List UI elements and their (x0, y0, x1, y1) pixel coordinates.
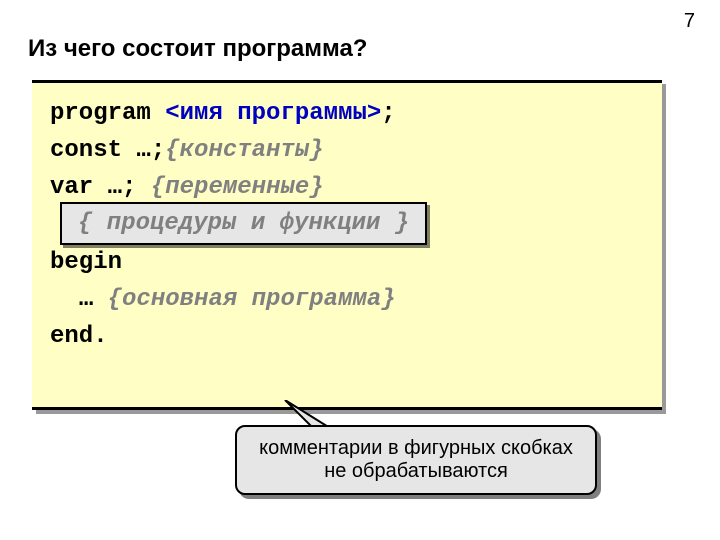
keyword-var: var (50, 174, 93, 201)
placeholder-program-name: <имя программы> (165, 100, 381, 127)
keyword-const: const (50, 137, 122, 164)
code-line-var: var …; {переменные} (50, 169, 644, 206)
ellipsis: …; (108, 174, 137, 201)
code-line-end: end. (50, 318, 644, 355)
semicolon: ; (381, 100, 395, 127)
keyword-end: end. (50, 323, 108, 350)
procedures-functions-box: { процедуры и функции } (60, 202, 427, 245)
callout-box: комментарии в фигурных скобках не обраба… (235, 425, 597, 495)
code-line-program: program <имя программы>; (50, 95, 644, 132)
keyword-program: program (50, 100, 151, 127)
code-block: program <имя программы>; const …;{конста… (32, 80, 662, 410)
comment-const: {константы} (165, 137, 323, 164)
comment-var: {переменные} (151, 174, 324, 201)
code-line-begin: begin (50, 244, 644, 281)
callout-line2: не обрабатываются (251, 460, 581, 483)
code-line-main: … {основная программа} (50, 281, 644, 318)
slide-title: Из чего состоит программа? (28, 35, 367, 63)
callout-line1: комментарии в фигурных скобках (251, 437, 581, 460)
ellipsis: … (79, 286, 93, 313)
keyword-begin: begin (50, 249, 122, 276)
comment-main: {основная программа} (108, 286, 396, 313)
comment-procfunc: { процедуры и функции } (78, 210, 409, 237)
ellipsis: …; (136, 137, 165, 164)
page-number: 7 (684, 10, 695, 33)
code-line-const: const …;{константы} (50, 132, 644, 169)
